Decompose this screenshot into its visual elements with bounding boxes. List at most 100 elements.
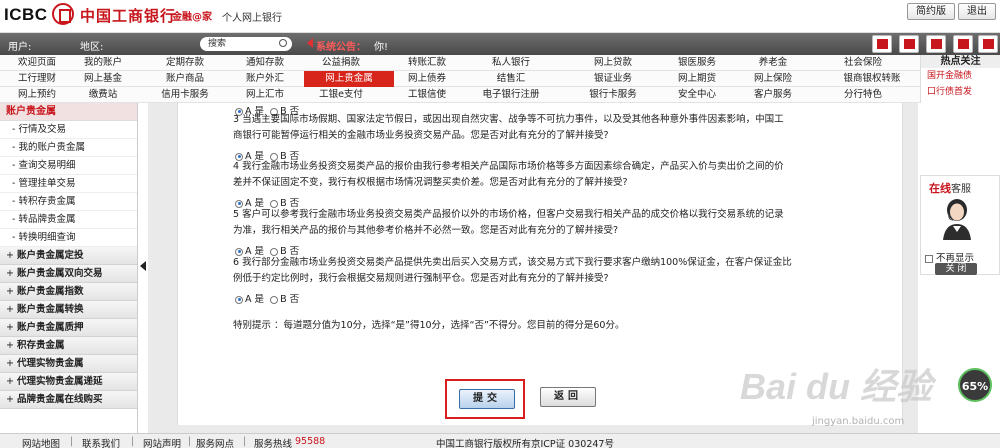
nav-item[interactable]: 电子银行注册 xyxy=(474,87,548,103)
nav-item[interactable]: 结售汇 xyxy=(474,71,548,87)
nav-item[interactable]: 网上保险 xyxy=(736,71,810,87)
footer-link[interactable]: 联系我们 xyxy=(82,436,120,448)
submit-highlight: 提交 xyxy=(445,379,525,419)
user-bar: 用户: 地区: 搜索 系统公告： 你! xyxy=(0,33,1000,55)
logout-button[interactable]: 退出 xyxy=(958,3,996,20)
nav-item[interactable]: 网上汇市 xyxy=(228,87,302,103)
sidebar-item[interactable]: 转积存贵金属 xyxy=(0,193,137,211)
sidebar-item[interactable]: 转换明细查询 xyxy=(0,229,137,247)
nav-item[interactable]: 安全中心 xyxy=(660,87,734,103)
nav-item[interactable]: 欢迎页面 xyxy=(0,55,74,71)
nav-item[interactable]: 网上预约 xyxy=(0,87,74,103)
copyright: 中国工商银行版权所有 xyxy=(436,439,532,448)
nav-item[interactable]: 缴费站 xyxy=(66,87,140,103)
nav-item[interactable]: 工银信使 xyxy=(390,87,464,103)
footer-link[interactable]: 网站地图 xyxy=(22,436,60,448)
sidebar-item[interactable]: 行情及交易 xyxy=(0,121,137,139)
nav-item[interactable]: 信用卡服务 xyxy=(148,87,222,103)
agent-avatar[interactable] xyxy=(939,196,975,240)
nav-item[interactable]: 账户外汇 xyxy=(228,71,302,87)
nav-item[interactable]: 客户服务 xyxy=(736,87,810,103)
sidebar-category[interactable]: 积存贵金属 xyxy=(0,337,137,355)
cart-icon[interactable] xyxy=(899,35,919,53)
home-icon[interactable] xyxy=(872,35,892,53)
footer: 网站地图 | 联系我们 | 网站声明 | 服务网点 | 服务热线 95588 中… xyxy=(0,433,1000,448)
sidebar-category[interactable]: 品牌贵金属在线购买 xyxy=(0,391,137,409)
submit-button[interactable]: 提交 xyxy=(459,389,515,409)
question-6: 6 我行部分金融市场业务投资交易类产品提供先卖出后买入交易方式，该交易方式下我行… xyxy=(233,257,792,284)
download-icon[interactable] xyxy=(953,35,973,53)
watermark-logo: Bai du 经验 xyxy=(740,366,933,407)
sidebar-item[interactable]: 查询交易明细 xyxy=(0,157,137,175)
nav-item[interactable]: 社会保险 xyxy=(826,55,900,71)
hot-topic-link[interactable]: 国开金融债 xyxy=(921,68,1000,84)
footer-link[interactable]: 网站声明 xyxy=(143,436,181,448)
region-label: 地区: xyxy=(80,42,104,53)
footer-link[interactable]: 服务网点 xyxy=(196,436,234,448)
search-placeholder: 搜索 xyxy=(208,39,227,49)
sidebar-item[interactable]: 转品牌贵金属 xyxy=(0,211,137,229)
sidebar-category[interactable]: 账户贵金属转换 xyxy=(0,301,137,319)
sidebar-item[interactable]: 管理挂单交易 xyxy=(0,175,137,193)
footer-separator: | xyxy=(70,436,74,447)
nav-item[interactable]: 私人银行 xyxy=(474,55,548,71)
sidebar-section-head[interactable]: 账户贵金属 xyxy=(0,103,137,121)
nav-item[interactable]: 银行卡服务 xyxy=(576,87,650,103)
radio-yes[interactable] xyxy=(235,295,243,304)
nav-item[interactable]: 分行特色 xyxy=(826,87,900,103)
sidebar-category[interactable]: 账户贵金属定投 xyxy=(0,247,137,265)
watermark-url: jingyan.baidu.com xyxy=(812,416,905,427)
simple-version-button[interactable]: 简约版 xyxy=(907,3,955,20)
subtitle: 个人网上银行 xyxy=(222,13,282,24)
nav-item[interactable]: 网上期货 xyxy=(660,71,734,87)
nav-item[interactable]: 账户商品 xyxy=(148,71,222,87)
nav-item[interactable]: 银商银权转账 xyxy=(826,71,918,87)
sidebar-item[interactable]: 我的账户贵金属 xyxy=(0,139,137,157)
sidebar-category[interactable]: 账户贵金属质押 xyxy=(0,319,137,337)
hot-topics-panel: 热点关注 国开金融债 口行债首发 xyxy=(920,55,1000,103)
profile-icon[interactable] xyxy=(926,35,946,53)
hot-topic-link[interactable]: 口行债首发 xyxy=(921,84,1000,100)
progress-gauge: 65% xyxy=(958,368,992,402)
header: ICBC 中国工商银行 金融@家 个人网上银行 简约版 退出 xyxy=(0,0,1000,33)
nav-row-2: 工行理财 网上基金 账户商品 账户外汇 网上贵金属 网上债券 结售汇 银证业务 … xyxy=(0,71,920,87)
close-service-button[interactable]: 关 闭 xyxy=(935,263,977,275)
sidebar-category[interactable]: 代理实物贵金属 xyxy=(0,355,137,373)
question-3: 3 当遇主要国际市场假期、国家法定节假日，或因出现自然灾害、战争等不可抗力事件，… xyxy=(233,114,784,141)
answer-row-q6: A 是 B 否 xyxy=(235,291,299,305)
search-icon[interactable] xyxy=(279,39,287,47)
settings-icon[interactable] xyxy=(978,35,998,53)
search-input[interactable]: 搜索 xyxy=(200,37,292,51)
nav-item[interactable]: 通知存款 xyxy=(228,55,302,71)
nav-item[interactable]: 定期存款 xyxy=(148,55,222,71)
sidebar-category[interactable]: 代理实物贵金属递延 xyxy=(0,373,137,391)
sidebar-category[interactable]: 账户贵金属双向交易 xyxy=(0,265,137,283)
sidebar-category[interactable]: 账户贵金属指数 xyxy=(0,283,137,301)
nav-item[interactable]: 网上贷款 xyxy=(576,55,650,71)
score-tip: 特别提示 ：每道题分值为10分，选择“是”得10分，选择“否”不得分。您目前的得… xyxy=(233,320,625,331)
nav-item[interactable]: 银医服务 xyxy=(660,55,734,71)
nav-item[interactable]: 转账汇款 xyxy=(390,55,464,71)
online-service-title: 在线客服 xyxy=(929,180,971,196)
radio-no[interactable] xyxy=(270,295,279,304)
dont-show-checkbox[interactable]: 不再显示 xyxy=(925,250,974,264)
notice-text[interactable]: 你! xyxy=(374,38,388,53)
footer-separator: | xyxy=(131,436,135,447)
online-service-widget: 在线客服 不再显示 关 闭 xyxy=(920,175,1000,275)
nav-item[interactable]: 网上债券 xyxy=(390,71,464,87)
icp-number: 京ICP证 030247号 xyxy=(531,439,614,448)
nav-item[interactable]: 我的账户 xyxy=(66,55,140,71)
collapse-sidebar-icon[interactable] xyxy=(140,261,146,271)
nav-item-active[interactable]: 网上贵金属 xyxy=(304,71,394,87)
nav-item[interactable]: 养老金 xyxy=(736,55,810,71)
option-a-label: A xyxy=(245,294,252,305)
nav-item[interactable]: 网上基金 xyxy=(66,71,140,87)
hotline-number: 95588 xyxy=(295,436,326,447)
nav-item[interactable]: 公益捐款 xyxy=(304,55,378,71)
nav-item[interactable]: 工行理财 xyxy=(0,71,74,87)
notice-label: 系统公告： xyxy=(316,42,366,53)
nav-item[interactable]: 银证业务 xyxy=(576,71,650,87)
nav-item[interactable]: 工银e支付 xyxy=(304,87,378,103)
sidebar: 账户贵金属 行情及交易 我的账户贵金属 查询交易明细 管理挂单交易 转积存贵金属… xyxy=(0,103,138,433)
back-button[interactable]: 返回 xyxy=(540,387,596,407)
